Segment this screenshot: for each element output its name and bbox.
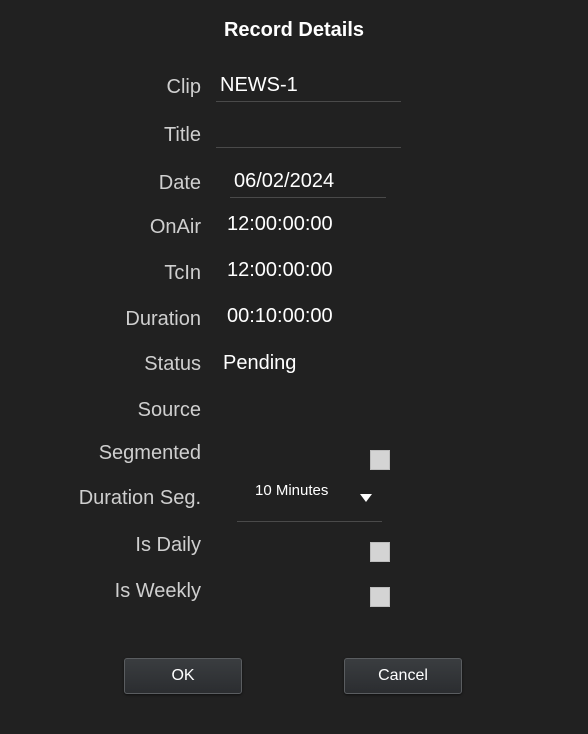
tcin-label: TcIn (164, 262, 201, 284)
status-value: Pending (223, 352, 297, 374)
is-daily-checkbox[interactable] (370, 542, 390, 562)
tcin-value: 12:00:00:00 (227, 259, 333, 281)
status-label: Status (144, 353, 201, 375)
onair-value: 12:00:00:00 (227, 213, 333, 235)
is-weekly-checkbox[interactable] (370, 587, 390, 607)
dialog-title: Record Details (223, 19, 365, 41)
duration-seg-value: 10 Minutes (255, 482, 329, 499)
date-input[interactable] (230, 170, 386, 198)
duration-seg-select[interactable]: 10 Minutes (237, 478, 382, 522)
source-label: Source (137, 399, 201, 421)
onair-label: OnAir (149, 216, 201, 238)
chevron-down-icon[interactable] (360, 494, 372, 502)
clip-input[interactable] (216, 74, 401, 102)
cancel-button[interactable]: Cancel (344, 658, 462, 694)
record-details-dialog: Record Details Clip Title Date OnAir 12:… (0, 0, 588, 734)
duration-value: 00:10:00:00 (227, 305, 333, 327)
is-weekly-label: Is Weekly (114, 580, 201, 602)
duration-seg-label: Duration Seg. (78, 487, 201, 509)
segmented-label: Segmented (98, 442, 201, 464)
is-daily-label: Is Daily (135, 534, 201, 556)
segmented-checkbox[interactable] (370, 450, 390, 470)
duration-label: Duration (125, 308, 201, 330)
date-label: Date (158, 172, 201, 194)
clip-label: Clip (166, 76, 201, 98)
title-input[interactable] (216, 120, 401, 148)
ok-button[interactable]: OK (124, 658, 242, 694)
title-label: Title (163, 124, 201, 146)
